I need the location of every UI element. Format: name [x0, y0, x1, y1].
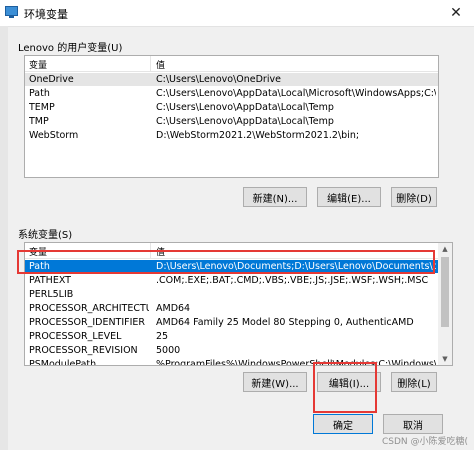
system-vars-col-name[interactable]: 变量 [29, 245, 47, 258]
system-var-row[interactable]: PROCESSOR_IDENTIFIER AMD64 Family 25 Mod… [25, 316, 438, 329]
user-vars-label: Lenovo 的用户变量(U) [18, 43, 123, 54]
user-var-row[interactable]: OneDrive C:\Users\Lenovo\OneDrive [25, 73, 438, 86]
user-delete-button[interactable]: 删除(D) [391, 187, 437, 207]
window-title: 环境变量 [24, 8, 68, 21]
system-vars-col-value[interactable]: 值 [156, 245, 165, 258]
system-var-row[interactable]: PSModulePath %ProgramFiles%\WindowsPower… [25, 358, 438, 365]
user-vars-list-header: 变量 值 [25, 56, 438, 72]
system-var-row[interactable]: PATHEXT .COM;.EXE;.BAT;.CMD;.VBS;.VBE;.J… [25, 274, 438, 287]
watermark: CSDN @小陈爱吃糖( [381, 437, 468, 447]
system-vars-list-header: 变量 值 [25, 243, 438, 259]
user-edit-button[interactable]: 编辑(E)... [317, 187, 381, 207]
system-var-row[interactable]: Path D:\Users\Lenovo\Documents;D:\Users\… [25, 260, 438, 273]
scroll-down-icon[interactable]: ▼ [438, 353, 452, 365]
system-vars-list[interactable]: 变量 值 Path D:\Users\Lenovo\Documents;D:\U… [24, 242, 453, 366]
user-vars-col-name[interactable]: 变量 [29, 58, 47, 71]
ok-button[interactable]: 确定 [313, 414, 373, 434]
system-var-row[interactable]: PROCESSOR_LEVEL 25 [25, 330, 438, 343]
user-var-row[interactable]: TMP C:\Users\Lenovo\AppData\Local\Temp [25, 115, 438, 128]
user-var-row[interactable]: TEMP C:\Users\Lenovo\AppData\Local\Temp [25, 101, 438, 114]
system-delete-button[interactable]: 删除(L) [391, 372, 437, 392]
user-var-row[interactable]: Path C:\Users\Lenovo\AppData\Local\Micro… [25, 87, 438, 100]
user-new-button[interactable]: 新建(N)... [243, 187, 307, 207]
user-vars-list[interactable]: 变量 值 OneDrive C:\Users\Lenovo\OneDrive P… [24, 55, 439, 178]
system-var-row[interactable]: PERL5LIB [25, 288, 438, 301]
window-edge [0, 26, 8, 450]
title-bar: 环境变量 ✕ [0, 0, 474, 27]
cancel-button[interactable]: 取消 [383, 414, 443, 434]
system-edit-button[interactable]: 编辑(I)... [317, 372, 381, 392]
user-var-row[interactable]: WebStorm D:\WebStorm2021.2\WebStorm2021.… [25, 129, 438, 142]
system-vars-scrollbar[interactable]: ▲ ▼ [438, 243, 452, 365]
scroll-up-icon[interactable]: ▲ [438, 243, 452, 255]
scroll-thumb[interactable] [441, 257, 449, 327]
user-vars-col-value[interactable]: 值 [156, 58, 165, 71]
system-var-row[interactable]: PROCESSOR_REVISION 5000 [25, 344, 438, 357]
system-var-row[interactable]: PROCESSOR_ARCHITECTURE AMD64 [25, 302, 438, 315]
system-new-button[interactable]: 新建(W)... [243, 372, 307, 392]
window-icon [5, 6, 18, 18]
close-button[interactable]: ✕ [438, 0, 474, 26]
close-icon: ✕ [450, 5, 462, 21]
system-vars-label: 系统变量(S) [18, 230, 73, 241]
